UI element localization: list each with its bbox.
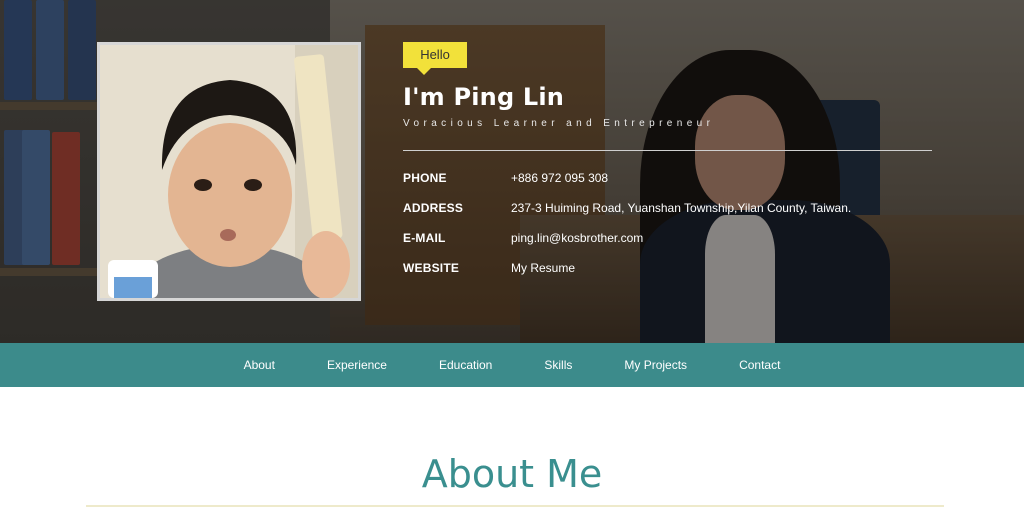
email-value[interactable]: ping.lin@kosbrother.com [511, 228, 643, 248]
nav-education[interactable]: Education [413, 343, 518, 387]
address-label: ADDRESS [403, 201, 464, 215]
email-label: E-MAIL [403, 231, 446, 245]
nav-skills[interactable]: Skills [518, 343, 598, 387]
main-navbar: About Experience Education Skills My Pro… [0, 343, 1024, 387]
address-value: 237-3 Huiming Road, Yuanshan Township,Yi… [511, 201, 852, 215]
profile-photo [97, 42, 361, 301]
header-divider [403, 150, 932, 151]
nav-experience[interactable]: Experience [301, 343, 413, 387]
hero-banner: Hello I'm Ping Lin Voracious Learner and… [0, 0, 1024, 343]
greeting-bubble: Hello [403, 42, 467, 75]
nav-contact[interactable]: Contact [713, 343, 806, 387]
profile-tagline: Voracious Learner and Entrepreneur [403, 118, 715, 129]
phone-value: +886 972 095 308 [511, 171, 609, 185]
nav-my-projects[interactable]: My Projects [598, 343, 713, 387]
phone-label: PHONE [403, 171, 447, 185]
about-section-title: About Me [421, 452, 603, 496]
website-label: WEBSITE [403, 261, 460, 275]
nav-about[interactable]: About [218, 343, 301, 387]
about-section-divider [86, 505, 944, 507]
profile-name: I'm Ping Lin [403, 83, 565, 111]
resume-link[interactable]: My Resume [511, 258, 575, 278]
